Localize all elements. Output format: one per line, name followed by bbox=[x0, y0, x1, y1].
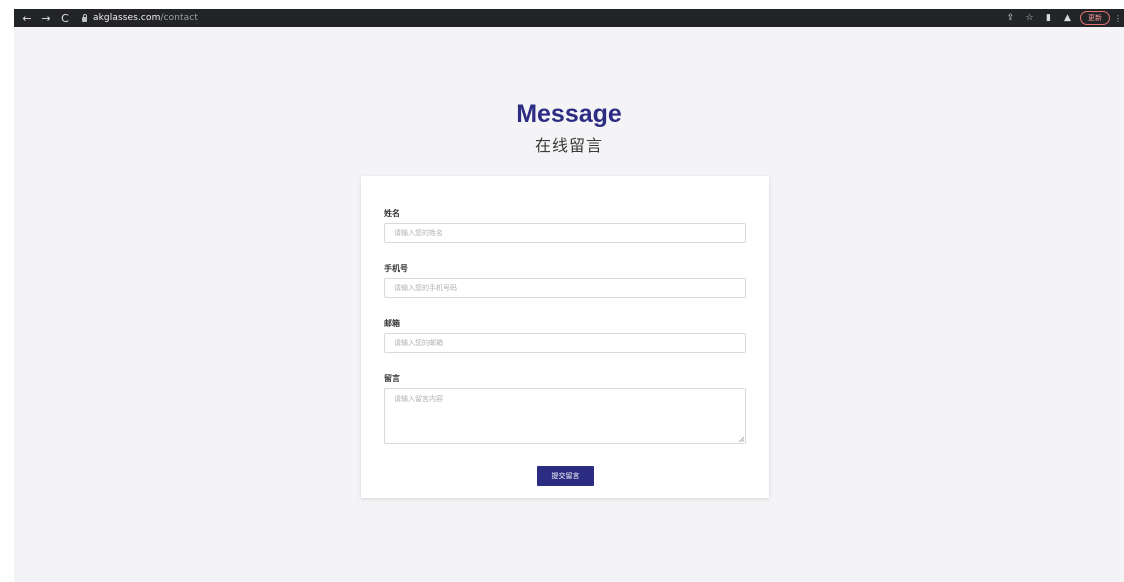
profile-icon[interactable]: ▲ bbox=[1061, 12, 1074, 25]
message-label: 留言 bbox=[384, 374, 400, 383]
browser-toolbar: ← → C akglasses.com/contact ⇪ ☆ ▮ ▲ 更新 ⋮ bbox=[14, 9, 1124, 27]
contact-form-card: 姓名 请输入您的姓名 手机号 请输入您的手机号码 邮箱 请输入您的邮箱 留言 请… bbox=[361, 176, 769, 498]
page-title: Message bbox=[516, 100, 622, 128]
page-subtitle: 在线留言 bbox=[534, 136, 603, 155]
reload-icon[interactable]: C bbox=[58, 11, 72, 25]
submit-message-button[interactable]: 提交留言 bbox=[537, 466, 594, 486]
email-input[interactable]: 请输入您的邮箱 bbox=[384, 333, 746, 353]
message-placeholder: 请输入留言内容 bbox=[394, 395, 443, 403]
page-viewport: Message 在线留言 姓名 请输入您的姓名 手机号 请输入您的手机号码 邮箱… bbox=[14, 27, 1124, 582]
phone-label: 手机号 bbox=[384, 264, 408, 273]
url-host: akglasses.com bbox=[93, 13, 161, 23]
name-placeholder: 请输入您的姓名 bbox=[394, 229, 443, 237]
name-label: 姓名 bbox=[384, 209, 400, 218]
url-path: /contact bbox=[160, 13, 198, 23]
lock-icon[interactable] bbox=[82, 13, 87, 22]
share-icon[interactable]: ⇪ bbox=[1004, 12, 1017, 25]
email-placeholder: 请输入您的邮箱 bbox=[394, 339, 443, 347]
browser-actions: ⇪ ☆ ▮ ▲ 更新 ⋮ bbox=[998, 9, 1122, 27]
address-bar[interactable]: akglasses.com/contact bbox=[82, 11, 198, 25]
forward-arrow-icon[interactable]: → bbox=[39, 11, 53, 25]
menu-dots-icon[interactable]: ⋮ bbox=[1114, 14, 1122, 23]
side-panel-icon[interactable]: ▮ bbox=[1042, 12, 1055, 25]
name-input[interactable]: 请输入您的姓名 bbox=[384, 223, 746, 243]
screen: ← → C akglasses.com/contact ⇪ ☆ ▮ ▲ 更新 ⋮… bbox=[0, 0, 1124, 582]
bookmark-star-icon[interactable]: ☆ bbox=[1023, 12, 1036, 25]
phone-placeholder: 请输入您的手机号码 bbox=[394, 284, 457, 292]
update-button[interactable]: 更新 bbox=[1080, 11, 1110, 25]
message-textarea[interactable]: 请输入留言内容 bbox=[384, 388, 746, 444]
back-arrow-icon[interactable]: ← bbox=[20, 11, 34, 25]
resize-grip-icon[interactable] bbox=[738, 436, 744, 442]
phone-input[interactable]: 请输入您的手机号码 bbox=[384, 278, 746, 298]
email-label: 邮箱 bbox=[384, 319, 400, 328]
